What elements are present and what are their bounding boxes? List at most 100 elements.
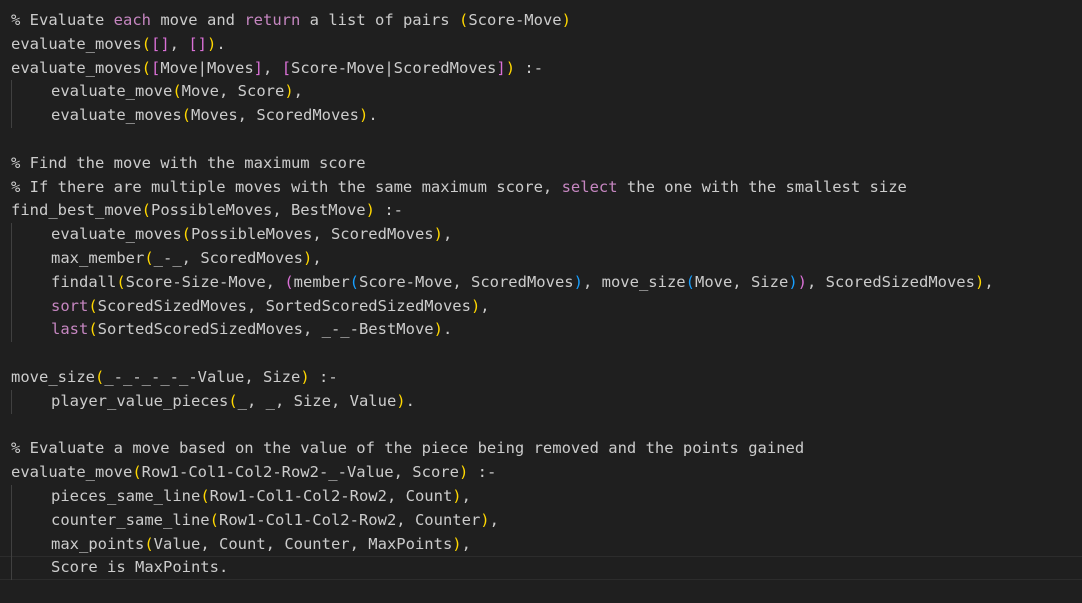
indent-guide — [11, 270, 12, 295]
code-token: return — [244, 11, 301, 29]
code-line-text: % If there are multiple moves with the s… — [11, 178, 907, 196]
code-token: , — [461, 534, 471, 553]
code-token: Score-Move — [468, 11, 562, 29]
code-token: ] — [496, 58, 506, 77]
code-line-text: evaluate_move(Row1-Col1-Col2-Row2-_-Valu… — [11, 463, 496, 481]
code-line[interactable] — [11, 414, 1082, 438]
code-token: the points gained — [636, 439, 805, 458]
code-token: , — [480, 296, 490, 315]
indent-guide — [11, 294, 12, 319]
code-token: pieces_same_line — [51, 486, 201, 505]
code-line[interactable]: % Find the move with the maximum score — [11, 152, 1082, 176]
code-line-text: % Evaluate each move and return a list o… — [11, 11, 571, 29]
code-line[interactable]: player_value_pieces(_, _, Size, Value). — [11, 389, 1082, 414]
code-token: ( — [141, 34, 151, 53]
code-line[interactable]: last(SortedScoredSizedMoves, _-_-BestMov… — [11, 318, 1082, 343]
code-token: PossibleMoves, ScoredMoves — [191, 225, 434, 244]
code-token: ) — [365, 201, 375, 220]
code-token: PossibleMoves, BestMove — [151, 201, 366, 220]
indent-guide — [11, 80, 12, 105]
code-token: a list of pairs — [300, 11, 459, 29]
code-line[interactable]: % If there are multiple moves with the s… — [11, 176, 1082, 200]
code-token: , — [169, 34, 189, 53]
indent-guide — [11, 389, 12, 414]
code-token: , — [312, 248, 322, 267]
code-token: find_best_move — [11, 201, 142, 220]
code-token: evaluate_moves — [51, 225, 182, 244]
code-line[interactable]: findall(Score-Size-Move, (member(Score-M… — [11, 270, 1082, 295]
code-token: evaluate_move — [51, 82, 173, 101]
code-token: ) — [797, 272, 807, 291]
code-line[interactable]: evaluate_moves(PossibleMoves, ScoredMove… — [11, 223, 1082, 247]
code-token: ( — [172, 82, 182, 101]
indent-guide — [11, 484, 12, 509]
code-line[interactable]: move_size(_-_-_-_-_-Value, Size) :- — [11, 366, 1082, 390]
code-token: ( — [228, 391, 238, 410]
code-token: , move_size — [582, 272, 686, 291]
code-line[interactable]: find_best_move(PossibleMoves, BestMove) … — [11, 199, 1082, 223]
code-line[interactable]: evaluate_moves([Move|Moves], [Score-Move… — [11, 57, 1082, 81]
code-token: , — [442, 225, 453, 244]
code-token: ( — [284, 272, 294, 291]
code-token: ) — [300, 367, 310, 386]
code-token: ( — [132, 463, 142, 482]
code-token: evaluate_move — [11, 463, 133, 482]
code-line-text: % Find the move with the maximum score — [11, 154, 366, 172]
code-token: ( — [349, 272, 359, 291]
code-line[interactable] — [11, 342, 1082, 366]
code-token: Score is MaxPoints. — [51, 558, 229, 577]
code-token: :- — [515, 58, 544, 77]
code-line-text: counter_same_line(Row1-Col1-Col2-Row2, C… — [11, 511, 499, 529]
code-area[interactable]: % Evaluate each move and return a list o… — [0, 9, 1082, 581]
code-token: [] — [188, 34, 208, 53]
code-line[interactable]: pieces_same_line(Row1-Col1-Col2-Row2, Co… — [11, 484, 1082, 509]
code-token: evaluate_moves — [11, 34, 142, 53]
code-token: evaluate_moves — [51, 106, 182, 125]
code-line[interactable]: evaluate_moves([], []). — [11, 33, 1082, 57]
code-token: ( — [144, 248, 154, 267]
code-token: SortedScoredSizedMoves, _-_-BestMove — [97, 320, 434, 339]
code-token: the one with the smallest size — [617, 177, 907, 196]
code-token: player_value_pieces — [51, 391, 229, 410]
code-token: , — [984, 272, 994, 291]
code-line[interactable]: evaluate_move(Row1-Col1-Col2-Row2-_-Valu… — [11, 461, 1082, 485]
code-token: % Find the move with the maximum score — [11, 153, 366, 172]
code-line[interactable]: sort(ScoredSizedMoves, SortedScoredSized… — [11, 294, 1082, 319]
code-line[interactable]: evaluate_move(Move, Score), — [11, 80, 1082, 105]
code-token: , — [461, 486, 471, 505]
code-line[interactable]: evaluate_moves(Moves, ScoredMoves). — [11, 104, 1082, 128]
code-token: ( — [88, 296, 98, 315]
code-token: ) — [974, 272, 985, 291]
code-token: _-_-_-_-_-Value, Size — [104, 367, 301, 386]
code-token: Row1-Col1-Col2-Row2, Count — [209, 486, 453, 505]
code-token: ( — [116, 272, 126, 291]
code-token: :- — [309, 367, 338, 386]
code-line[interactable]: max_member(_-_, ScoredMoves), — [11, 246, 1082, 271]
code-line[interactable]: % Evaluate a move based on the value of … — [11, 437, 1082, 461]
code-line-text: pieces_same_line(Row1-Col1-Col2-Row2, Co… — [11, 487, 471, 505]
code-line[interactable]: counter_same_line(Row1-Col1-Col2-Row2, C… — [11, 508, 1082, 533]
code-line[interactable] — [11, 128, 1082, 152]
code-line-text: find_best_move(PossibleMoves, BestMove) … — [11, 201, 403, 219]
code-line-text: max_points(Value, Count, Counter, MaxPoi… — [11, 535, 471, 553]
code-token: Row1-Col1-Col2-Row2, Counter — [218, 510, 481, 529]
code-line-text: max_member(_-_, ScoredMoves), — [11, 249, 322, 267]
indent-guide — [11, 223, 12, 247]
code-line[interactable]: Score is MaxPoints. — [0, 556, 1082, 581]
code-token: max_points — [51, 534, 145, 553]
code-token: [] — [151, 34, 170, 53]
code-token: ) — [480, 510, 490, 529]
code-token: , — [263, 58, 282, 77]
code-token: , — [489, 510, 499, 529]
code-token: Score-Move|ScoredMoves — [291, 58, 497, 77]
code-token: ( — [458, 11, 469, 29]
code-line[interactable]: max_points(Value, Count, Counter, MaxPoi… — [11, 532, 1082, 557]
code-editor[interactable]: % Evaluate each move and return a list o… — [0, 0, 1082, 603]
code-line-text: findall(Score-Size-Move, (member(Score-M… — [11, 273, 994, 291]
code-token: max_member — [51, 248, 145, 267]
code-token: Score-Move, ScoredMoves — [359, 272, 574, 291]
code-line-text: evaluate_moves([Move|Moves], [Score-Move… — [11, 59, 543, 77]
code-line[interactable]: % Evaluate each move and return a list o… — [11, 9, 1082, 33]
code-line-text: last(SortedScoredSizedMoves, _-_-BestMov… — [11, 320, 452, 338]
